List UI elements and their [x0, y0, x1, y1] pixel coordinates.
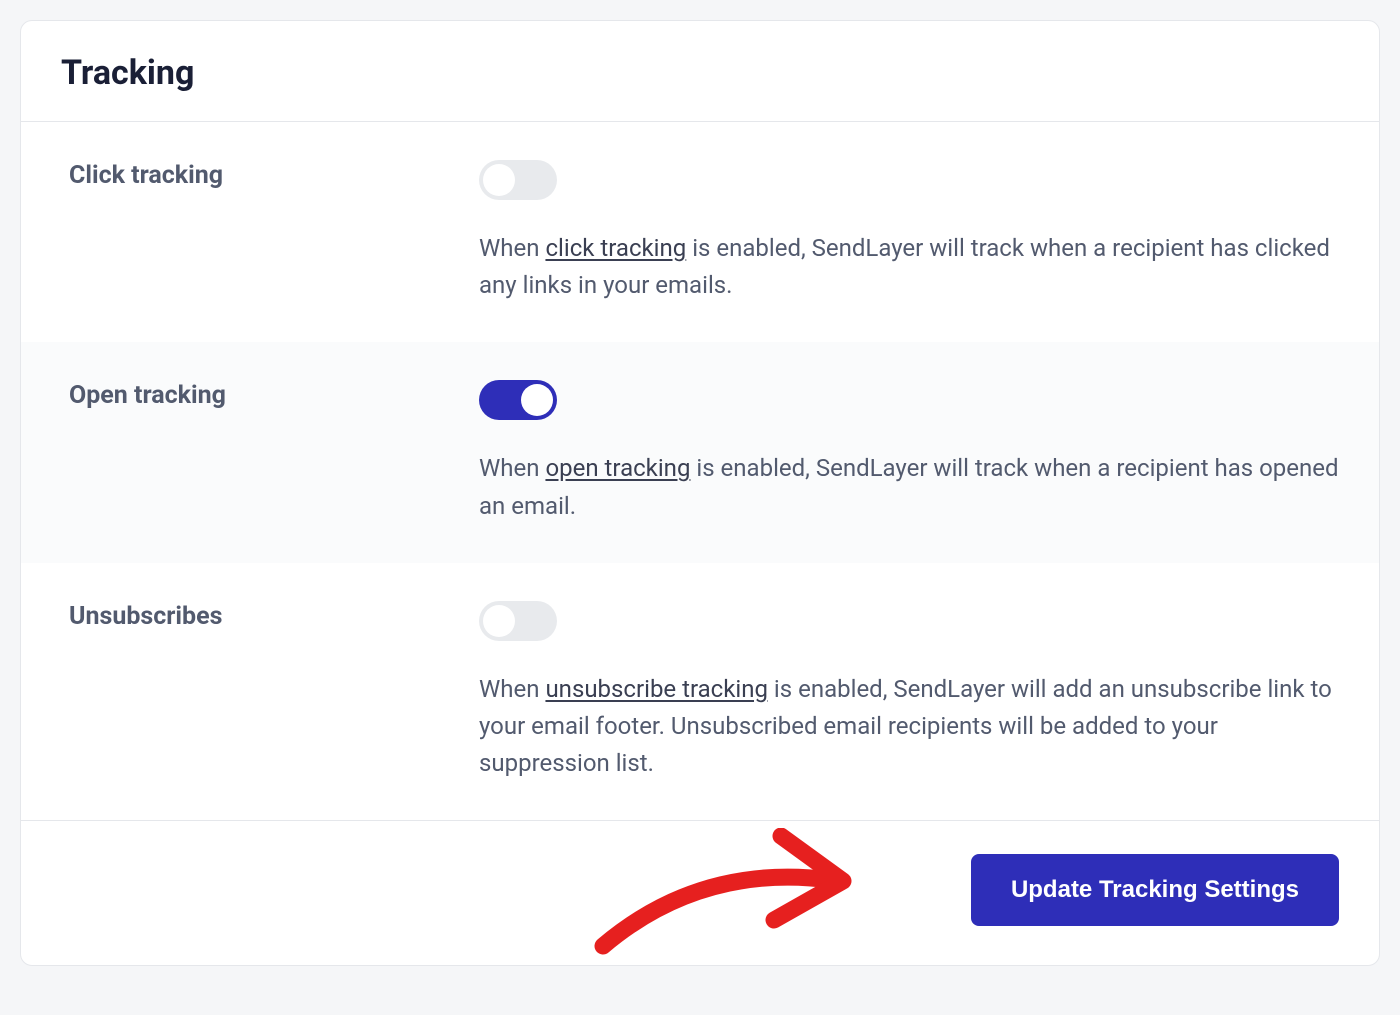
- open-tracking-link[interactable]: open tracking: [545, 454, 690, 482]
- click-tracking-link[interactable]: click tracking: [545, 234, 686, 262]
- card-title: Tracking: [61, 53, 1339, 93]
- setting-label-text: Unsubscribes: [69, 601, 459, 634]
- setting-description: When unsubscribe tracking is enabled, Se…: [479, 671, 1339, 783]
- toggle-knob: [521, 384, 553, 416]
- setting-control: When open tracking is enabled, SendLayer…: [479, 380, 1339, 524]
- desc-pre: When: [479, 454, 545, 482]
- desc-pre: When: [479, 675, 545, 703]
- card-footer: Update Tracking Settings: [21, 820, 1379, 965]
- setting-description: When click tracking is enabled, SendLaye…: [479, 230, 1339, 304]
- desc-pre: When: [479, 234, 545, 262]
- setting-label: Open tracking: [69, 380, 459, 524]
- setting-label-text: Open tracking: [69, 380, 459, 413]
- toggle-knob: [483, 605, 515, 637]
- setting-description: When open tracking is enabled, SendLayer…: [479, 450, 1339, 524]
- setting-label: Unsubscribes: [69, 601, 459, 783]
- unsubscribe-tracking-link[interactable]: unsubscribe tracking: [545, 675, 768, 703]
- setting-control: When click tracking is enabled, SendLaye…: [479, 160, 1339, 304]
- open-tracking-toggle[interactable]: [479, 380, 557, 420]
- setting-row-open-tracking: Open tracking When open tracking is enab…: [21, 342, 1379, 562]
- toggle-knob: [483, 164, 515, 196]
- setting-label: Click tracking: [69, 160, 459, 304]
- click-tracking-toggle[interactable]: [479, 160, 557, 200]
- setting-row-click-tracking: Click tracking When click tracking is en…: [21, 122, 1379, 342]
- arrow-annotation-icon: [581, 828, 871, 966]
- card-header: Tracking: [21, 21, 1379, 122]
- unsubscribes-toggle[interactable]: [479, 601, 557, 641]
- setting-row-unsubscribes: Unsubscribes When unsubscribe tracking i…: [21, 563, 1379, 821]
- update-tracking-settings-button[interactable]: Update Tracking Settings: [971, 854, 1339, 926]
- tracking-card: Tracking Click tracking When click track…: [20, 20, 1380, 966]
- setting-control: When unsubscribe tracking is enabled, Se…: [479, 601, 1339, 783]
- setting-label-text: Click tracking: [69, 160, 459, 193]
